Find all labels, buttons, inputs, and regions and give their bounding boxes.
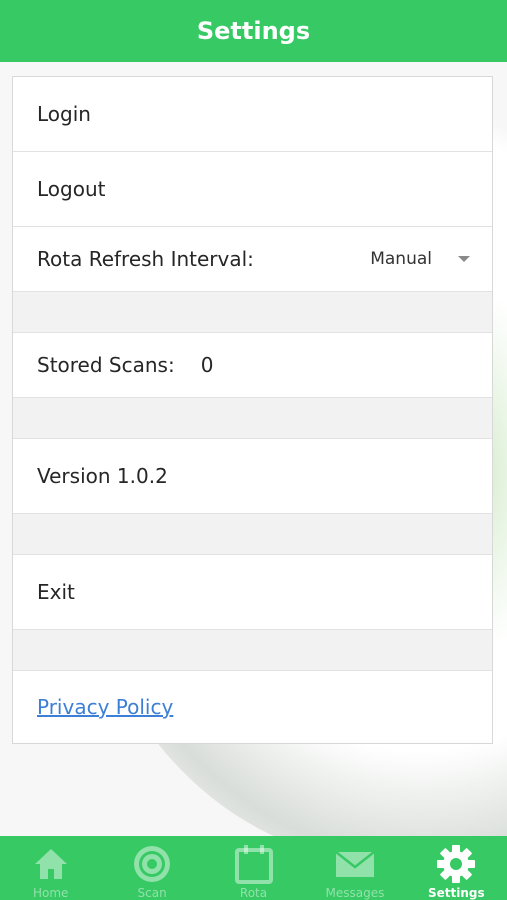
section-spacer <box>13 630 492 671</box>
privacy-policy-link[interactable]: Privacy Policy <box>37 695 173 719</box>
page-title: Settings <box>196 17 311 45</box>
bottom-tab-bar: Home Scan Rota Messages Settings <box>0 836 507 900</box>
tab-label: Scan <box>137 886 167 900</box>
home-icon <box>29 844 73 884</box>
section-spacer <box>13 514 492 555</box>
tab-label: Messages <box>325 886 385 900</box>
tab-messages[interactable]: Messages <box>304 836 405 900</box>
tab-home[interactable]: Home <box>0 836 101 900</box>
tab-label: Home <box>32 886 69 900</box>
calendar-icon <box>232 844 276 884</box>
section-spacer <box>13 292 492 333</box>
stored-scans-count: 0 <box>200 353 214 377</box>
section-spacer <box>13 398 492 439</box>
rota-refresh-dropdown[interactable]: Manual <box>370 227 470 291</box>
envelope-icon <box>333 844 377 884</box>
exit-item[interactable]: Exit <box>13 555 492 630</box>
login-label: Login <box>37 102 91 126</box>
exit-label: Exit <box>37 580 75 604</box>
privacy-policy-row: Privacy Policy <box>13 671 492 743</box>
target-icon <box>130 844 174 884</box>
tab-scan[interactable]: Scan <box>101 836 202 900</box>
tab-label: Rota <box>239 886 268 900</box>
settings-list: Login Logout Rota Refresh Interval: Manu… <box>12 76 493 744</box>
logout-label: Logout <box>37 177 106 201</box>
header-bar: Settings <box>0 0 507 62</box>
login-item[interactable]: Login <box>13 77 492 152</box>
logout-item[interactable]: Logout <box>13 152 492 227</box>
tab-label: Settings <box>428 886 485 900</box>
gear-icon <box>434 844 478 884</box>
stored-scans-row: Stored Scans: 0 <box>13 333 492 398</box>
rota-refresh-label: Rota Refresh Interval: <box>37 247 254 271</box>
tab-settings[interactable]: Settings <box>406 836 507 900</box>
rota-refresh-row: Rota Refresh Interval: Manual <box>13 227 492 292</box>
version-label: Version 1.0.2 <box>37 464 168 488</box>
rota-refresh-selected: Manual <box>370 249 432 269</box>
stored-scans-label: Stored Scans: <box>37 353 175 377</box>
tab-rota[interactable]: Rota <box>203 836 304 900</box>
version-row: Version 1.0.2 <box>13 439 492 514</box>
chevron-down-icon <box>458 256 470 262</box>
